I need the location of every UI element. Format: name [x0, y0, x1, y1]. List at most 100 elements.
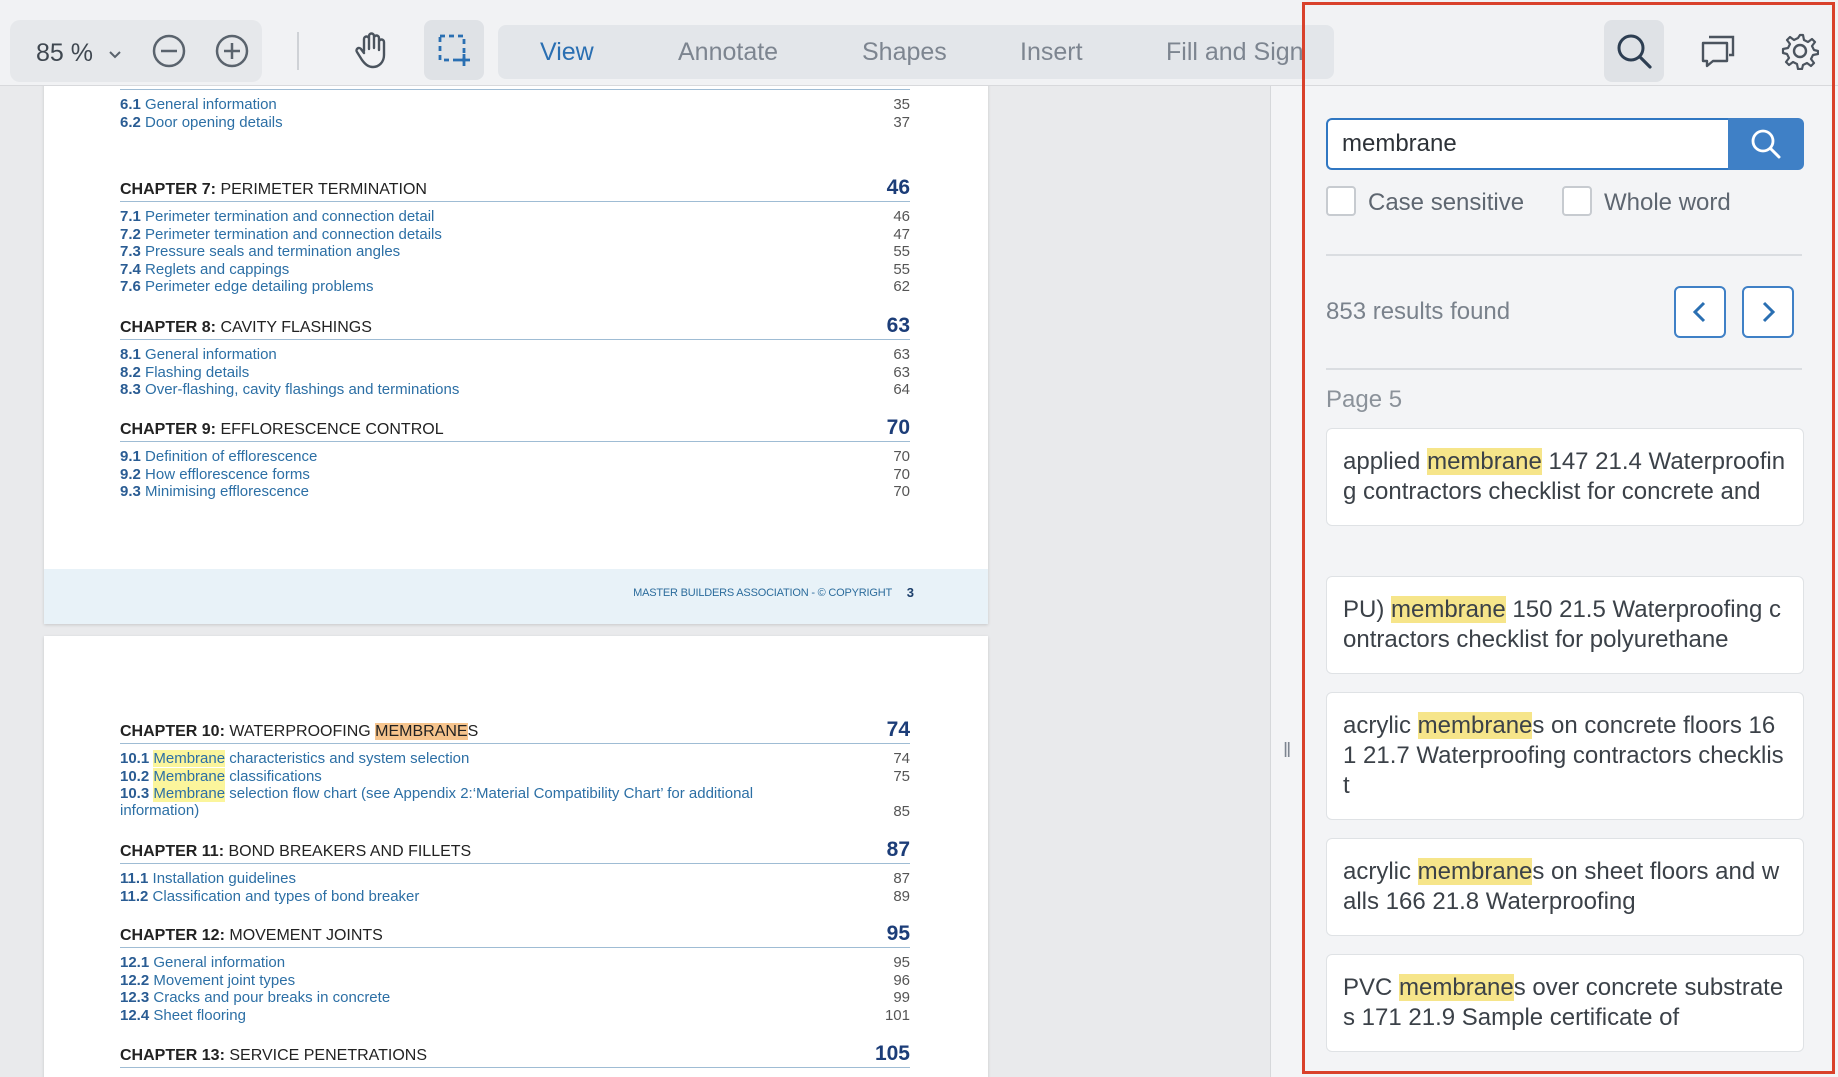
chapter-entries: 11.1 Installation guidelines 87 11.2 Class… — [120, 870, 910, 905]
toc-entry-page: 75 — [893, 767, 910, 785]
search-panel-button[interactable] — [1604, 20, 1664, 82]
panel-resize-handle[interactable]: ‖ — [1270, 86, 1304, 1077]
previous-result-button[interactable] — [1674, 286, 1726, 338]
search-icon — [1617, 34, 1652, 69]
toc-entry-number: 8.1 — [120, 346, 146, 363]
toc-entry-number: 12.3 — [120, 989, 154, 1006]
toc-entry[interactable]: 6.1 General information 35 — [120, 96, 910, 114]
search-highlight: membrane — [1417, 712, 1533, 739]
toc-entry-number: 7.3 — [120, 243, 146, 260]
toc-entry-title: Minimising efflorescence — [145, 483, 309, 500]
tab-shapes[interactable]: Shapes — [862, 38, 947, 67]
toc-entry-number: 9.3 — [120, 483, 146, 500]
toc-entry[interactable]: 7.3 Pressure seals and termination angle… — [120, 243, 910, 261]
result-text: acrylic — [1343, 712, 1418, 739]
search-submit-button[interactable] — [1728, 118, 1804, 170]
toc-entry[interactable]: 8.2 Flashing details 63 — [120, 364, 910, 382]
toc-entry[interactable]: 9.3 Minimising efflorescence 70 — [120, 483, 910, 501]
chapter-heading[interactable]: CHAPTER 12: MOVEMENT JOINTS 95 — [120, 922, 910, 948]
toc-entry-page: 101 — [884, 1006, 910, 1024]
zoom-out-icon[interactable] — [151, 33, 187, 69]
toc-entry-title: How efflorescence forms — [145, 465, 310, 483]
area-select-tool-button[interactable] — [424, 20, 484, 80]
toc-entry-page: 37 — [893, 113, 910, 131]
toc-entry[interactable]: 8.3 Over-flashing, cavity flashings and … — [120, 381, 910, 399]
chapter-label: CHAPTER 11: — [120, 843, 229, 860]
search-result-item[interactable]: PVC membranes over concrete substrates 1… — [1326, 954, 1804, 1052]
toc-entry[interactable]: 12.3 Cracks and pour breaks in concrete 9… — [120, 989, 910, 1007]
toc-chapter: CHAPTER 10: WATERPROOFING MEMBRANES 74 10.… — [120, 718, 910, 820]
chapter-title-text: PERIMETER TERMINATION — [220, 181, 427, 198]
toc-entry[interactable]: 10.1 Membrane characteristics and system… — [120, 750, 910, 768]
tab-view[interactable]: View — [540, 38, 594, 67]
toc-entry-title: Flashing details — [145, 363, 250, 381]
zoom-in-icon[interactable] — [214, 33, 250, 69]
toc-entry[interactable]: 12.2 Movement joint types 96 — [120, 972, 910, 990]
toc-entry-number: 8.2 — [120, 363, 146, 381]
chapter-title: CHAPTER 12: MOVEMENT JOINTS — [120, 927, 383, 945]
toc-entry[interactable]: 12.1 General information 95 — [120, 954, 910, 972]
toc-entry[interactable]: 11.1 Installation guidelines 87 — [120, 870, 910, 888]
results-count: 853 results found — [1326, 298, 1511, 325]
comments-panel-button[interactable] — [1688, 20, 1748, 82]
document-viewer[interactable]: 6.1 General information 35 6.2 Door openin… — [0, 86, 1270, 1077]
chapter-entries: 7.1 Perimeter termination and connection… — [120, 208, 910, 296]
gear-icon — [1781, 33, 1819, 70]
toc-entry[interactable]: 12.4 Sheet flooring 101 — [120, 1007, 910, 1025]
chapter-heading[interactable]: CHAPTER 7: PERIMETER TERMINATION 46 — [120, 176, 910, 202]
toc-entry-title-continued: information) — [120, 802, 200, 819]
chapter-label: CHAPTER 9: — [120, 421, 221, 438]
toc-entry[interactable]: 7.1 Perimeter termination and connection… — [120, 208, 910, 226]
settings-button[interactable] — [1770, 20, 1830, 82]
tab-insert[interactable]: Insert — [1020, 38, 1083, 67]
zoom-level-dropdown[interactable]: 85 % — [36, 39, 93, 68]
toc-entry-number: 10.2 — [120, 767, 154, 785]
next-result-button[interactable] — [1742, 286, 1794, 338]
chapter-heading[interactable]: CHAPTER 13: SERVICE PENETRATIONS 105 — [120, 1042, 910, 1068]
toc-chapter: CHAPTER 9: EFFLORESCENCE CONTROL 70 9.1 De… — [120, 416, 910, 501]
chevron-down-icon[interactable] — [108, 48, 122, 62]
chapter-title-text: S — [467, 723, 479, 740]
toc-entry-page: 62 — [893, 278, 910, 295]
toc-entry-title: classifications — [225, 767, 322, 785]
toc-entry[interactable]: 6.2 Door opening details 37 — [120, 114, 910, 132]
toc-entry[interactable]: 9.1 Definition of efflorescence 70 — [120, 448, 910, 466]
whole-word-checkbox[interactable] — [1562, 186, 1592, 216]
toc-entry-number: 6.2 — [120, 113, 146, 131]
toc-entry[interactable]: 8.1 General information 63 — [120, 346, 910, 364]
search-result-item[interactable]: applied membrane 147 21.4 Waterproofing … — [1326, 428, 1804, 526]
search-result-item[interactable]: PU) membrane 150 21.5 Waterproofing cont… — [1326, 576, 1804, 674]
result-text: acrylic — [1343, 858, 1418, 885]
search-result-item[interactable]: acrylic membranes on sheet floors and wa… — [1326, 838, 1804, 936]
toc-entry[interactable]: 9.2 How efflorescence forms 70 — [120, 466, 910, 484]
chevron-left-icon — [1692, 301, 1706, 323]
toc-entry-title: Perimeter termination and connection det… — [145, 225, 442, 243]
chapter-heading[interactable]: CHAPTER 8: CAVITY FLASHINGS 63 — [120, 314, 910, 340]
chapter-heading[interactable]: CHAPTER 9: EFFLORESCENCE CONTROL 70 — [120, 416, 910, 442]
chapter-title: CHAPTER 7: PERIMETER TERMINATION — [120, 181, 427, 199]
chapter-label: CHAPTER 7: — [120, 181, 221, 198]
tab-annotate[interactable]: Annotate — [678, 38, 778, 67]
chapter-title-text: EFFLORESCENCE CONTROL — [220, 421, 444, 438]
chapter-entries: 12.1 General information 95 12.2 Movement … — [120, 954, 910, 1024]
grip-icon[interactable]: ‖ — [1283, 740, 1291, 763]
case-sensitive-checkbox[interactable] — [1326, 186, 1356, 216]
toc-entry[interactable]: 11.2 Classification and types of bond br… — [120, 888, 910, 906]
toc-entry[interactable]: 10.3 Membrane selection flow chart (see … — [120, 785, 910, 820]
toc-entry[interactable]: 7.4 Reglets and cappings 55 — [120, 261, 910, 279]
toc-entry[interactable]: 7.6 Perimeter edge detailing problems 62 — [120, 278, 910, 296]
toc-entry[interactable]: 7.2 Perimeter termination and connection… — [120, 226, 910, 244]
chapter-heading[interactable]: CHAPTER 11: BOND BREAKERS AND FILLETS 87 — [120, 838, 910, 864]
whole-word-label[interactable]: Whole word — [1604, 189, 1731, 217]
case-sensitive-label[interactable]: Case sensitive — [1368, 189, 1524, 217]
chapter-heading[interactable]: CHAPTER 10: WATERPROOFING MEMBRANES 74 — [120, 718, 910, 744]
divider — [1326, 368, 1802, 370]
search-result-item[interactable]: acrylic membranes on concrete floors 161… — [1326, 692, 1804, 820]
toc-entry[interactable]: 10.2 Membrane classifications 75 — [120, 767, 910, 786]
tab-fill-and-sign[interactable]: Fill and Sign — [1166, 38, 1304, 67]
chapter-entries: 9.1 Definition of efflorescence 70 9.2 How… — [120, 448, 910, 501]
pan-tool-button[interactable] — [342, 20, 402, 80]
toc-entry-title: Perimeter termination and connection det… — [145, 208, 435, 225]
search-input[interactable] — [1326, 118, 1730, 170]
result-text: PU) — [1343, 596, 1391, 623]
